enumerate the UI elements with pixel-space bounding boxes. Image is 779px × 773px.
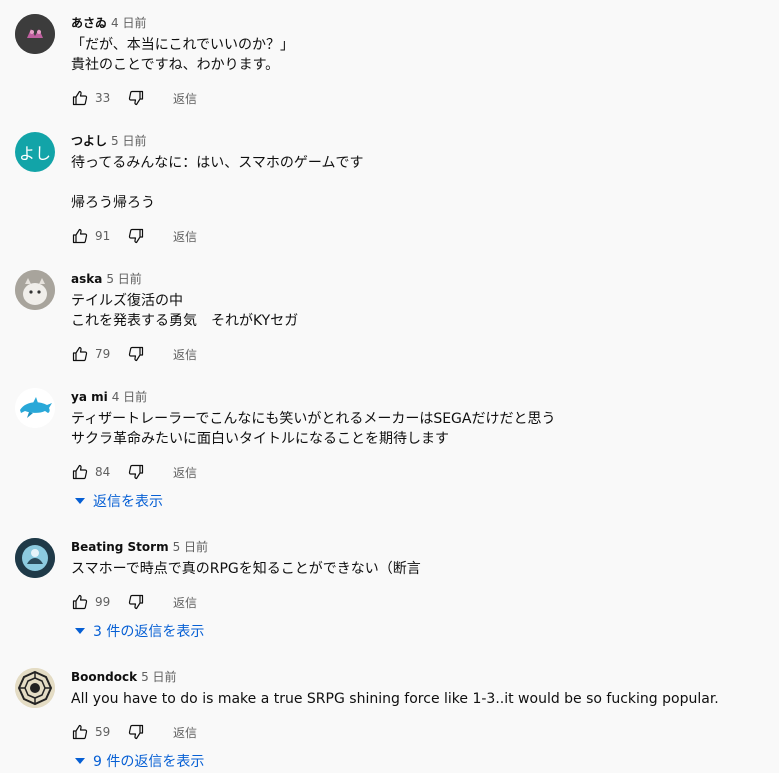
like-count: 79: [95, 347, 111, 361]
avatar[interactable]: [15, 270, 55, 310]
like-count: 33: [95, 91, 111, 105]
like-icon[interactable]: [71, 723, 89, 741]
comment-time[interactable]: 5 日前: [111, 134, 146, 148]
comment-actions: 99 返信: [71, 590, 197, 614]
comment-author[interactable]: あさゐ: [71, 16, 107, 30]
comment-text: テイルズ復活の中 これを発表する勇気 それがKYセガ: [71, 293, 299, 329]
view-replies-button[interactable]: 返信を表示: [71, 489, 163, 513]
avatar[interactable]: [15, 14, 55, 54]
comment-body: Boondock 5 日前 All you have to do is make …: [71, 668, 775, 770]
reply-button[interactable]: 返信: [173, 464, 197, 481]
like-count: 99: [95, 595, 111, 609]
comment-body: ya mi 4 日前 ティザートレーラーでこんなにも笑いがとれるメーカーはSEGA…: [71, 388, 775, 510]
comment-time[interactable]: 5 日前: [173, 540, 208, 554]
like-count: 84: [95, 465, 111, 479]
dislike-icon[interactable]: [127, 345, 145, 363]
dislike-icon[interactable]: [127, 227, 145, 245]
comment-time[interactable]: 5 日前: [106, 272, 141, 286]
dislike-icon[interactable]: [127, 89, 145, 107]
comment-actions: 59 返信: [71, 720, 197, 744]
comment-text: 待ってるみんなに：はい、スマホのゲームです 帰ろう帰ろう: [71, 155, 364, 211]
comment-text: 「だが、本当にこれでいいのか？」 貴社のことですね、わかります。: [71, 37, 295, 73]
like-icon[interactable]: [71, 463, 89, 481]
like-icon[interactable]: [71, 593, 89, 611]
avatar[interactable]: よし: [15, 132, 55, 172]
like-icon[interactable]: [71, 89, 89, 107]
dislike-icon[interactable]: [127, 723, 145, 741]
avatar[interactable]: [15, 668, 55, 708]
dislike-icon[interactable]: [127, 593, 145, 611]
reply-button[interactable]: 返信: [173, 346, 197, 363]
avatar-initials: よし: [18, 144, 51, 163]
comment-actions: 91 返信: [71, 224, 197, 248]
caret-down-icon: [71, 622, 89, 640]
avatar[interactable]: [15, 388, 55, 428]
comment-actions: 33 返信: [71, 86, 197, 110]
avatar-image-icon: [15, 270, 55, 310]
like-count: 59: [95, 725, 111, 739]
comment-author[interactable]: Beating Storm: [71, 540, 169, 554]
dolphin-icon: [15, 388, 55, 428]
dharma-logo-icon: [15, 668, 55, 708]
comment-header: つよし 5 日前: [71, 132, 775, 150]
comment-author[interactable]: aska: [71, 272, 102, 286]
caret-down-icon: [71, 492, 89, 510]
comment-header: ya mi 4 日前: [71, 388, 775, 406]
view-replies-label: 9 件の返信を表示: [93, 754, 205, 770]
comment-time[interactable]: 5 日前: [141, 670, 176, 684]
avatar-image-icon: [15, 538, 55, 578]
comment-text: スマホーで時点で真のRPGを知ることができない（断言: [71, 561, 421, 577]
view-replies-label: 返信を表示: [93, 494, 163, 510]
caret-down-icon: [71, 752, 89, 770]
comment-body: Beating Storm 5 日前 スマホーで時点で真のRPGを知ることができな…: [71, 538, 775, 640]
view-replies-label: 3 件の返信を表示: [93, 624, 205, 640]
dislike-icon[interactable]: [127, 463, 145, 481]
comment-header: aska 5 日前: [71, 270, 775, 288]
view-replies-button[interactable]: 3 件の返信を表示: [71, 619, 204, 643]
comment-time[interactable]: 4 日前: [112, 390, 147, 404]
comment-header: Beating Storm 5 日前: [71, 538, 775, 556]
reply-button[interactable]: 返信: [173, 724, 197, 741]
reply-button[interactable]: 返信: [173, 90, 197, 107]
comment-actions: 79 返信: [71, 342, 197, 366]
comment-header: Boondock 5 日前: [71, 668, 775, 686]
comment-actions: 84 返信: [71, 460, 197, 484]
comment-body: つよし 5 日前 待ってるみんなに：はい、スマホのゲームです 帰ろう帰ろう 91 …: [71, 132, 775, 244]
comment-text: All you have to do is make a true SRPG s…: [71, 691, 719, 707]
comment-header: あさゐ 4 日前: [71, 14, 775, 32]
comment-body: あさゐ 4 日前 「だが、本当にこれでいいのか？」 貴社のことですね、わかります。…: [71, 14, 775, 106]
like-icon[interactable]: [71, 227, 89, 245]
avatar-image-icon: [15, 14, 55, 54]
comment-text: ティザートレーラーでこんなにも笑いがとれるメーカーはSEGAだけだと思う サクラ…: [71, 411, 556, 447]
comment-time[interactable]: 4 日前: [111, 16, 146, 30]
reply-button[interactable]: 返信: [173, 228, 197, 245]
comment-author[interactable]: ya mi: [71, 390, 108, 404]
like-count: 91: [95, 229, 111, 243]
avatar[interactable]: [15, 538, 55, 578]
comment-body: aska 5 日前 テイルズ復活の中 これを発表する勇気 それがKYセガ 79 返…: [71, 270, 775, 362]
like-icon[interactable]: [71, 345, 89, 363]
comment-author[interactable]: Boondock: [71, 670, 137, 684]
comment-author[interactable]: つよし: [71, 134, 107, 148]
view-replies-button[interactable]: 9 件の返信を表示: [71, 749, 204, 773]
reply-button[interactable]: 返信: [173, 594, 197, 611]
